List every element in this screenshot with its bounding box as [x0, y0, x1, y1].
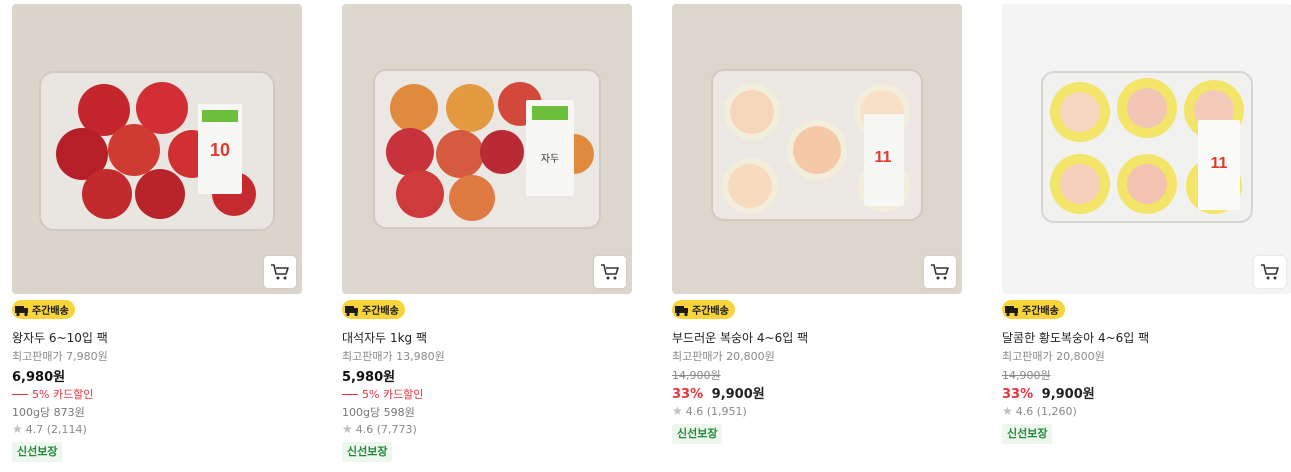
product-image[interactable]: 10 [12, 4, 302, 294]
max-sale-price: 최고판매가 20,800원 [1002, 350, 1105, 363]
fresh-guarantee-tag: 신선보장 [672, 424, 723, 444]
cart-icon [271, 264, 289, 280]
sale-price: 6,980원 [12, 370, 66, 385]
discount-line-icon [342, 393, 358, 395]
truck-icon [1005, 305, 1018, 316]
add-to-cart-button[interactable] [924, 256, 956, 288]
discount-percent: 33% [1002, 387, 1034, 402]
product-card[interactable]: 자두 주간배송 대석자두 1kg 팩 최고판매가 13,980원 5,980원 … [342, 4, 632, 462]
sale-price: 9,900원 [711, 387, 765, 402]
daeseok-plum-pack-image: 자두 [342, 4, 632, 294]
product-title[interactable]: 왕자두 6~10입 팩 [12, 329, 108, 346]
product-image[interactable]: 11 [672, 4, 962, 294]
product-image[interactable]: 자두 [342, 4, 632, 294]
product-title[interactable]: 부드러운 복숭아 4~6입 팩 [672, 329, 808, 346]
original-price: 14,900원 [672, 369, 721, 382]
rating: ★ 4.6 (7,773) [342, 422, 417, 436]
rating: ★ 4.7 (2,114) [12, 422, 87, 436]
max-sale-price: 최고판매가 13,980원 [342, 350, 445, 363]
svg-text:11: 11 [1211, 155, 1228, 172]
product-image[interactable]: 11 [1002, 4, 1291, 294]
fresh-guarantee-tag: 신선보장 [342, 442, 393, 462]
add-to-cart-button[interactable] [264, 256, 296, 288]
cart-icon [1261, 264, 1279, 280]
weekly-delivery-badge: 주간배송 [12, 300, 75, 319]
truck-icon [675, 305, 688, 316]
unit-price: 100g당 873원 [12, 406, 85, 419]
cart-icon [931, 264, 949, 280]
truck-icon [345, 305, 358, 316]
product-card[interactable]: 11 주간배송 부드러운 복숭아 4~6입 팩 최고판매가 20,800원 14… [672, 4, 962, 444]
card-discount: 5% 카드할인 [342, 386, 423, 402]
product-card[interactable]: 10 주간배송 왕자두 6~10입 팩 최고판매가 7,980원 6,980원 … [12, 4, 302, 462]
fresh-guarantee-tag: 신선보장 [12, 442, 63, 462]
weekly-delivery-badge: 주간배송 [342, 300, 405, 319]
sale-price: 9,900원 [1041, 387, 1095, 402]
discount-price-row: 33% 9,900원 [1002, 383, 1095, 402]
star-icon: ★ [1002, 404, 1013, 418]
star-icon: ★ [342, 422, 353, 436]
product-title[interactable]: 대석자두 1kg 팩 [342, 329, 427, 346]
original-price: 14,900원 [1002, 369, 1051, 382]
max-sale-price: 최고판매가 7,980원 [12, 350, 108, 363]
rating: ★ 4.6 (1,260) [1002, 404, 1077, 418]
product-title[interactable]: 달콤한 황도복숭아 4~6입 팩 [1002, 329, 1149, 346]
discount-percent: 33% [672, 387, 704, 402]
card-discount: 5% 카드할인 [12, 386, 93, 402]
truck-icon [15, 305, 28, 316]
soft-peach-pack-image: 11 [672, 4, 962, 294]
star-icon: ★ [672, 404, 683, 418]
star-icon: ★ [12, 422, 23, 436]
weekly-delivery-badge: 주간배송 [1002, 300, 1065, 319]
add-to-cart-button[interactable] [1254, 256, 1286, 288]
plum-pack-image: 10 [12, 4, 302, 294]
rating: ★ 4.6 (1,951) [672, 404, 747, 418]
yellow-peach-pack-image: 11 [1002, 4, 1291, 294]
unit-price: 100g당 598원 [342, 406, 415, 419]
max-sale-price: 최고판매가 20,800원 [672, 350, 775, 363]
fresh-guarantee-tag: 신선보장 [1002, 424, 1053, 444]
weekly-delivery-badge: 주간배송 [672, 300, 735, 319]
svg-text:11: 11 [875, 149, 892, 166]
svg-text:10: 10 [210, 140, 230, 160]
svg-text:자두: 자두 [541, 153, 559, 165]
add-to-cart-button[interactable] [594, 256, 626, 288]
cart-icon [601, 264, 619, 280]
sale-price: 5,980원 [342, 370, 396, 385]
discount-price-row: 33% 9,900원 [672, 383, 765, 402]
product-card[interactable]: 11 주간배송 달콤한 황도복숭아 4~6입 팩 최고판매가 20,800원 1… [1002, 4, 1291, 444]
discount-line-icon [12, 393, 28, 395]
